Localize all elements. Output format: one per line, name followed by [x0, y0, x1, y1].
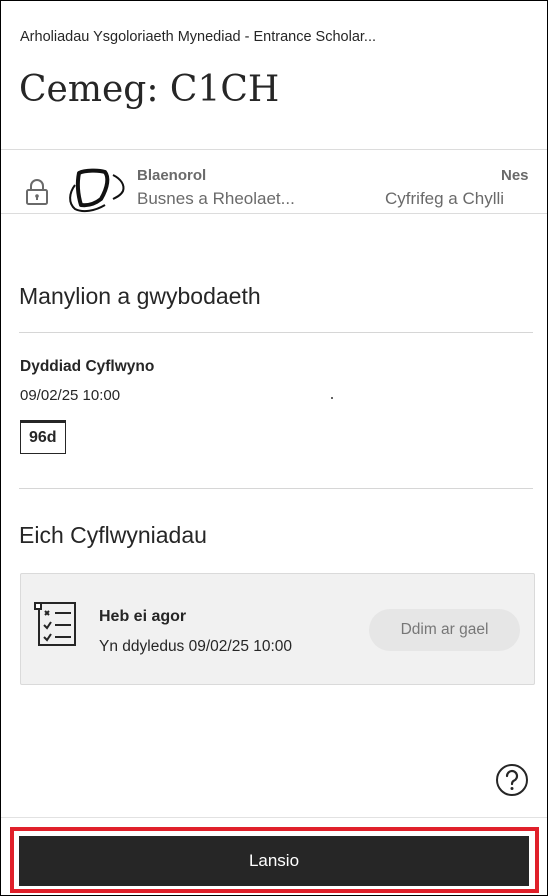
- breadcrumb[interactable]: Arholiadau Ysgoloriaeth Mynediad - Entra…: [20, 29, 376, 45]
- submissions-divider: [19, 488, 533, 489]
- submission-due: Yn ddyledus 09/02/25 10:00: [99, 638, 293, 655]
- due-date-label: Dyddiad Cyflwyno: [20, 358, 155, 375]
- panel-header: Arholiadau Ysgoloriaeth Mynediad - Entra…: [1, 1, 547, 150]
- unavailable-button[interactable]: Ddim ar gael: [369, 609, 520, 651]
- help-circle-icon[interactable]: [495, 763, 529, 797]
- checklist-icon: [34, 602, 76, 646]
- launch-button[interactable]: Lansio: [19, 836, 529, 886]
- due-date-value: 09/02/25 10:00: [20, 387, 121, 404]
- countdown-badge: 96d: [20, 420, 66, 454]
- stray-dot: [331, 397, 333, 399]
- assessment-panel: Arholiadau Ysgoloriaeth Mynediad - Entra…: [0, 0, 548, 896]
- lock-icon: [26, 179, 48, 205]
- details-heading: Manylion a gwybodaeth: [19, 283, 261, 309]
- page-title: Cemeg: C1CH: [19, 69, 280, 110]
- footer-divider: [1, 817, 547, 818]
- next-item-kicker: Nes: [501, 167, 529, 184]
- next-item-title: Cyfrifeg a Chylli: [385, 189, 505, 208]
- previous-item-title: Busnes a Rheolaet...: [137, 189, 295, 208]
- submission-status: Heb ei agor: [99, 608, 187, 625]
- item-navigation: Blaenorol Busnes a Rheolaet... Nes Cyfri…: [1, 149, 547, 214]
- previous-item-kicker: Blaenorol: [137, 167, 207, 184]
- previous-item-icon: [69, 168, 125, 213]
- details-divider: [19, 332, 533, 333]
- submissions-heading: Eich Cyflwyniadau: [19, 522, 207, 548]
- submission-card: Heb ei agor Yn ddyledus 09/02/25 10:00 D…: [20, 573, 535, 685]
